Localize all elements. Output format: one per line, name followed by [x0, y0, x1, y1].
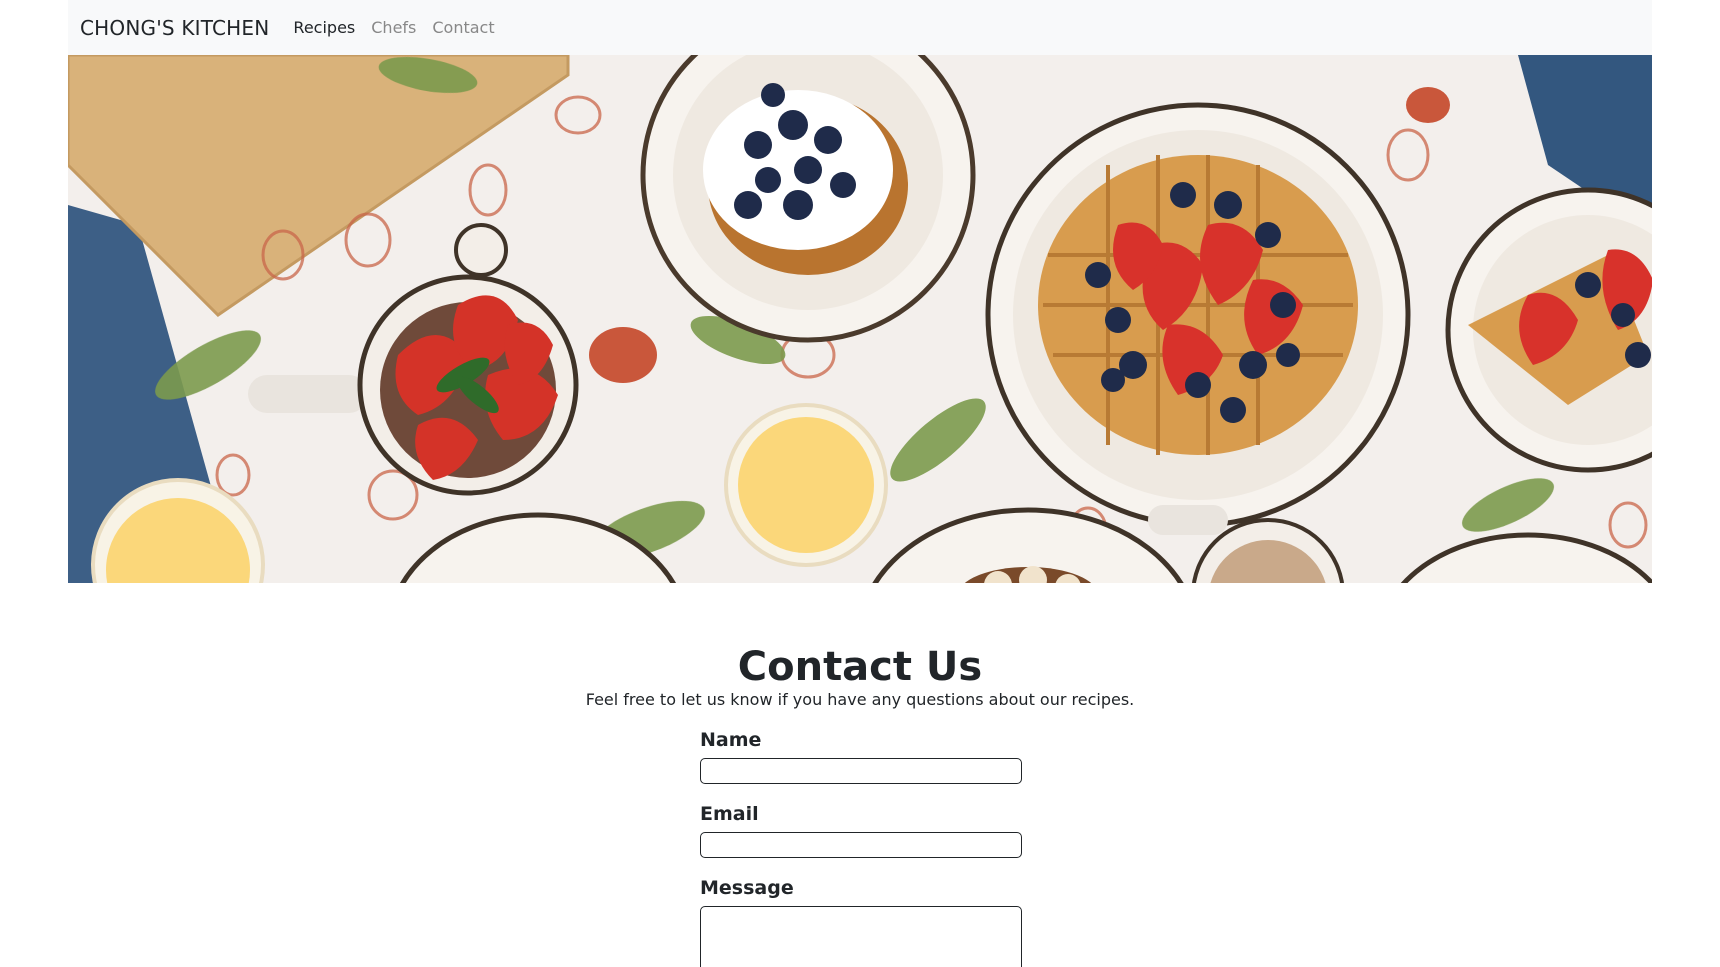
message-label: Message: [700, 877, 794, 899]
top-navbar: CHONG'S KITCHEN Recipes Chefs Contact: [68, 0, 1652, 55]
name-field[interactable]: [700, 758, 1022, 784]
page-subtitle: Feel free to let us know if you have any…: [585, 690, 1135, 709]
contact-form: Name Email Message: [700, 728, 1022, 967]
nav-link-recipes[interactable]: Recipes: [293, 18, 355, 37]
brand-logo-text[interactable]: CHONG'S KITCHEN: [80, 16, 269, 40]
email-label: Email: [700, 803, 759, 825]
nav-link-contact[interactable]: Contact: [432, 18, 494, 37]
name-label: Name: [700, 729, 762, 751]
page: CHONG'S KITCHEN Recipes Chefs Contact Co…: [0, 0, 1720, 967]
page-title: Contact Us: [737, 643, 983, 690]
email-field[interactable]: [700, 832, 1022, 858]
nav-link-chefs[interactable]: Chefs: [371, 18, 416, 37]
hero-breakfast-image: [68, 55, 1652, 583]
message-field[interactable]: [700, 906, 1022, 967]
